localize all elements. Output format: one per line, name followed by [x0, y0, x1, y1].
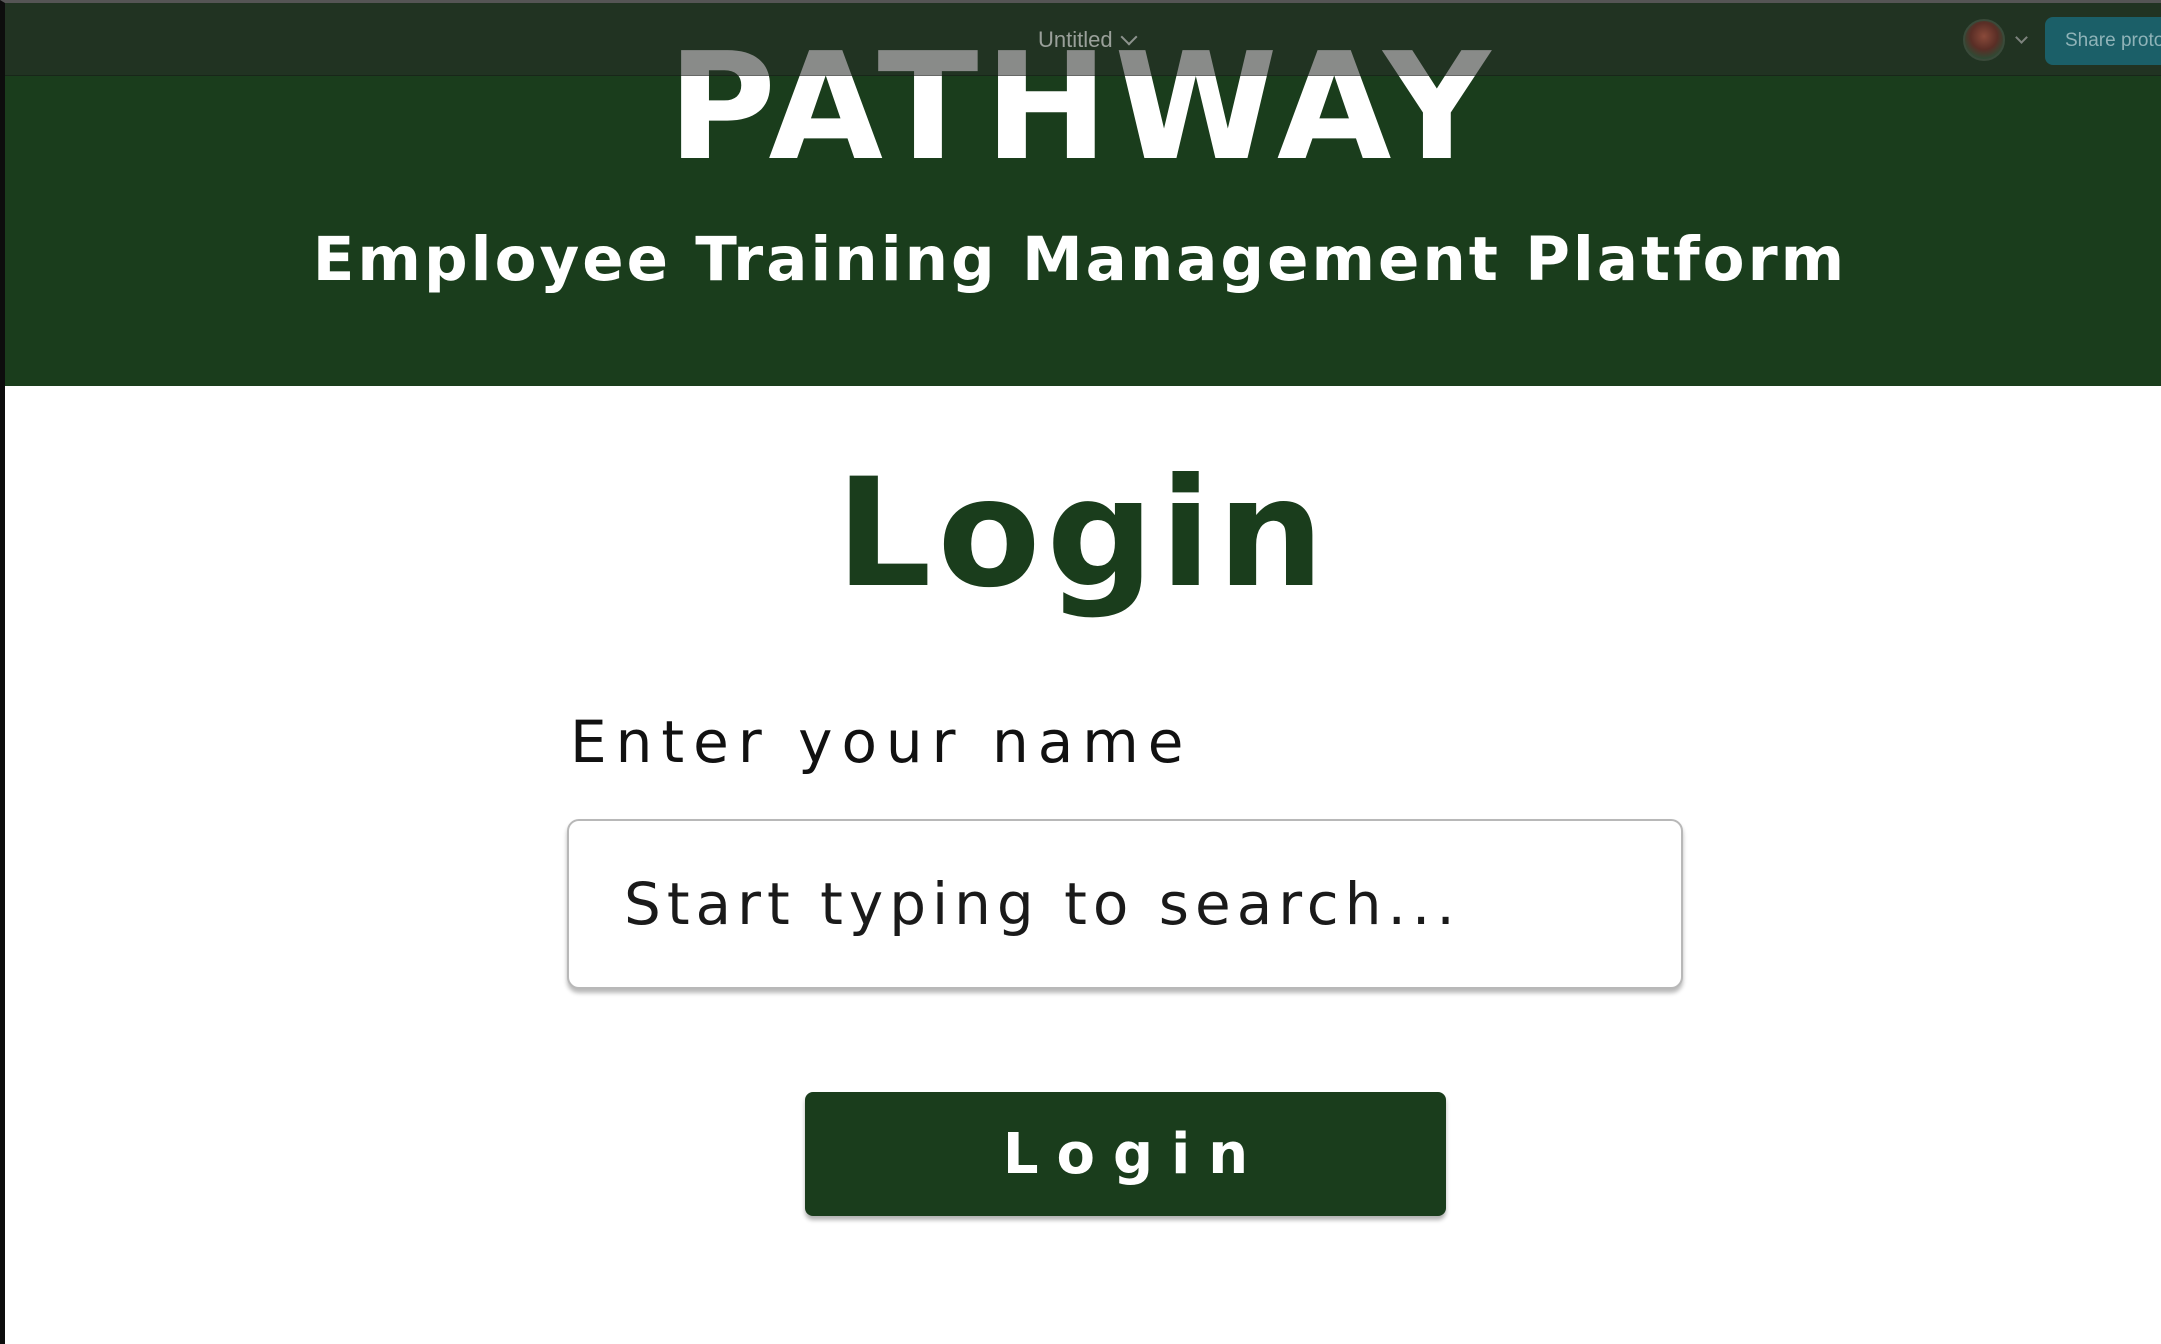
document-title: Untitled	[1038, 27, 1113, 52]
chevron-down-icon	[1120, 28, 1138, 46]
app-frame: PATHWAY Employee Training Management Pla…	[0, 0, 2161, 1344]
name-label: Enter your name	[570, 708, 1193, 776]
share-prototype-button[interactable]: Share protot	[2045, 17, 2161, 65]
login-heading: Login	[835, 447, 1331, 621]
chevron-down-icon	[2015, 31, 2028, 44]
avatar	[1963, 19, 2005, 61]
document-title-dropdown[interactable]: Untitled	[1038, 27, 1138, 53]
login-button[interactable]: Login	[805, 1092, 1446, 1216]
name-input[interactable]	[567, 819, 1683, 989]
app-subtitle: Employee Training Management Platform	[312, 224, 1848, 295]
user-menu[interactable]	[1963, 19, 2028, 61]
prototype-toolbar: Untitled Share protot	[5, 3, 2161, 76]
